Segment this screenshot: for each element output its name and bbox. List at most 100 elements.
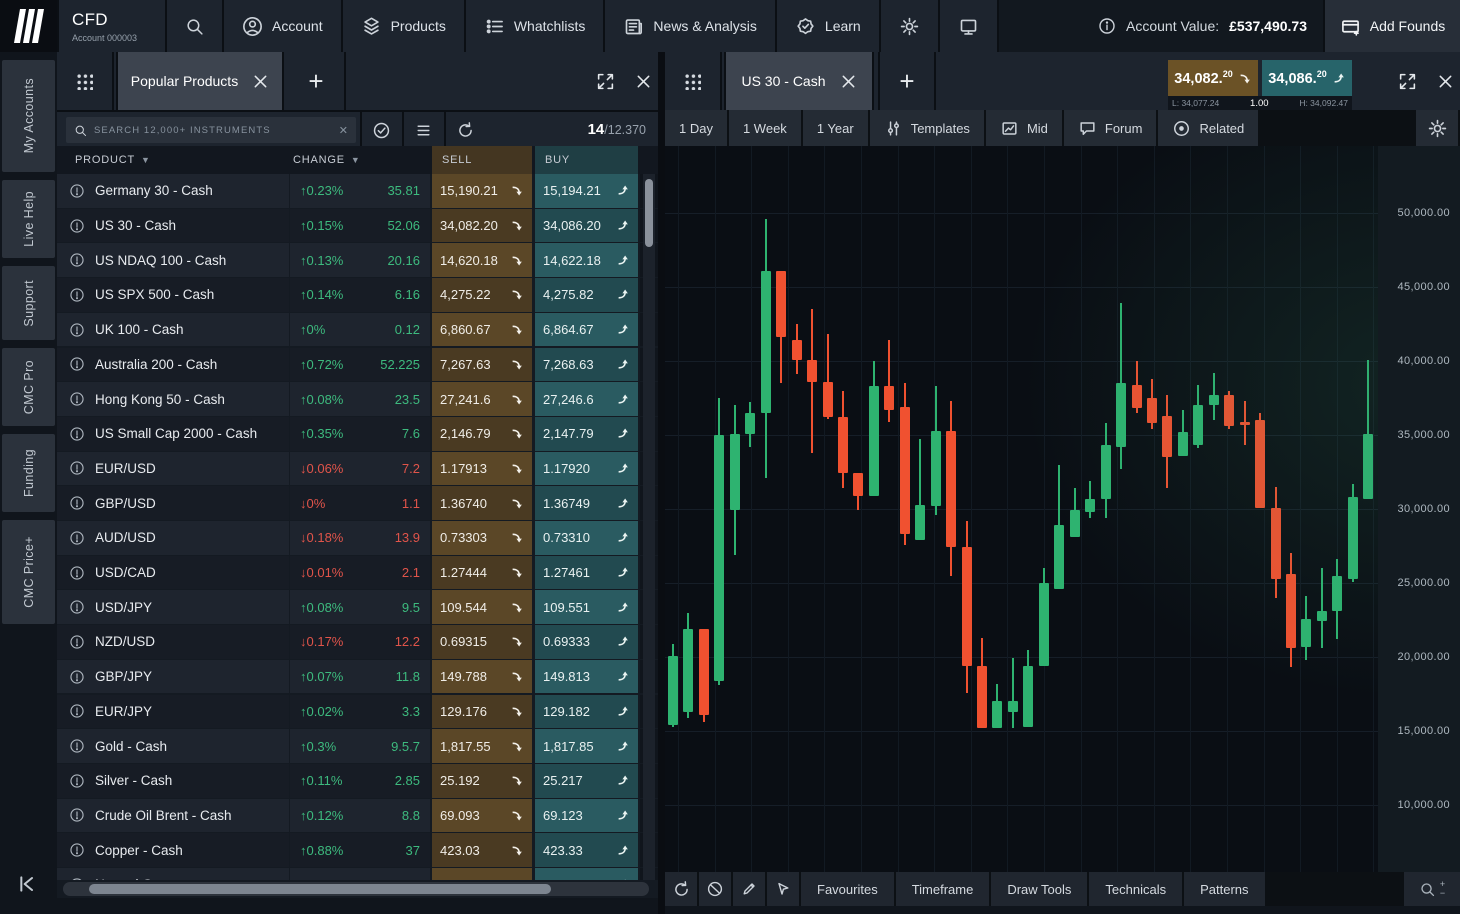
zoom-plus-minus[interactable]: +−: [1440, 880, 1445, 898]
column-sell[interactable]: SELL: [432, 146, 532, 174]
sell-price-button[interactable]: 27,241.6: [432, 382, 532, 416]
sell-price-button[interactable]: 4,275.22: [432, 278, 532, 312]
list-view-button[interactable]: [402, 112, 442, 148]
chart-tool-mid[interactable]: Mid: [986, 110, 1064, 146]
filter-check-button[interactable]: [360, 112, 400, 148]
sell-price-button[interactable]: 1,817.55: [432, 729, 532, 763]
watchlist-row-natural-gas[interactable]: Natural Gas↓ 0.69%0.050.7020.703: [57, 868, 658, 880]
nav-item-products[interactable]: Products: [343, 0, 464, 52]
chart-zoom-button[interactable]: +−: [1404, 872, 1460, 906]
buy-price-button[interactable]: 129.182: [535, 695, 638, 729]
tab-close-icon[interactable]: [252, 73, 269, 90]
chart-tool-forum[interactable]: Forum: [1064, 110, 1159, 146]
sidebar-item-cmc-price-[interactable]: CMC Price+: [2, 520, 55, 624]
sell-price-button[interactable]: 149.788: [432, 660, 532, 694]
nav-item-search[interactable]: [167, 0, 222, 52]
watchlist-row-germany-30-cash[interactable]: Germany 30 - Cash↑ 0.23%35.8115,190.2115…: [57, 174, 658, 208]
nav-item-monitor[interactable]: [940, 0, 997, 52]
nav-item-news-analysis[interactable]: News & Analysis: [605, 0, 774, 52]
buy-price-button[interactable]: 1.27461: [535, 556, 638, 590]
tab-close-icon[interactable]: [840, 73, 857, 90]
sell-price-button[interactable]: 34,082.20: [1168, 60, 1258, 96]
vertical-scrollbar-track[interactable]: [643, 174, 655, 880]
pencil-button[interactable]: [733, 872, 767, 906]
buy-price-button[interactable]: 27,246.6: [535, 382, 638, 416]
sell-price-button[interactable]: 14,620.18: [432, 243, 532, 277]
watchlist-row-gbp-jpy[interactable]: GBP/JPY↑ 0.07%11.8149.788149.813: [57, 660, 658, 694]
clear-search-icon[interactable]: ✕: [339, 124, 348, 137]
buy-price-button[interactable]: 109.551: [535, 590, 638, 624]
cursor-button[interactable]: [767, 872, 801, 906]
watchlist-row-uk-100-cash[interactable]: UK 100 - Cash↑ 0%0.126,860.676,864.67: [57, 313, 658, 347]
watchlist-row-aud-usd[interactable]: AUD/USD↓ 0.18%13.90.733030.73310: [57, 521, 658, 555]
buy-price-button[interactable]: 0.703: [535, 868, 638, 880]
buy-price-button[interactable]: 7,268.63: [535, 348, 638, 382]
buy-price-button[interactable]: 2,147.79: [535, 417, 638, 451]
sell-price-button[interactable]: 129.176: [432, 695, 532, 729]
watchlist-row-gold-cash[interactable]: Gold - Cash↑ 0.3%9.5.71,817.551,817.85: [57, 729, 658, 763]
chart-menu-draw-tools[interactable]: Draw Tools: [991, 872, 1089, 906]
sell-price-button[interactable]: 6,860.67: [432, 313, 532, 347]
module-grid-button[interactable]: [665, 52, 722, 110]
buy-price-button[interactable]: 34,086.20: [1262, 60, 1352, 96]
sidebar-item-live-help[interactable]: Live Help: [2, 180, 55, 258]
buy-price-button[interactable]: 25.217: [535, 764, 638, 798]
nav-item-whatchlists[interactable]: Whatchlists: [466, 0, 604, 52]
column-change[interactable]: CHANGE▼: [293, 146, 361, 174]
sell-price-button[interactable]: 109.544: [432, 590, 532, 624]
sell-price-button[interactable]: 1.36740: [432, 486, 532, 520]
close-panel-button[interactable]: [635, 73, 652, 90]
chart-tool-related[interactable]: Related: [1158, 110, 1260, 146]
panel-divider[interactable]: [658, 52, 665, 914]
nav-item-account[interactable]: Account: [224, 0, 341, 52]
ban-button[interactable]: [699, 872, 733, 906]
sell-price-button[interactable]: 2,146.79: [432, 417, 532, 451]
refresh-button[interactable]: [444, 112, 484, 148]
watchlist-row-nzd-usd[interactable]: NZD/USD↓ 0.17%12.20.693150.69333: [57, 625, 658, 659]
watchlist-row-usd-jpy[interactable]: USD/JPY↑ 0.08%9.5109.544109.551: [57, 590, 658, 624]
module-grid-button[interactable]: [57, 52, 114, 110]
watchlist-row-us-ndaq-100-cash[interactable]: US NDAQ 100 - Cash↑ 0.13%20.1614,620.181…: [57, 243, 658, 277]
sell-price-button[interactable]: 0.73303: [432, 521, 532, 555]
expand-panel-button[interactable]: [596, 72, 615, 91]
sidebar-item-cmc-pro[interactable]: CMC Pro: [2, 348, 55, 426]
tab-us30-cash[interactable]: US 30 - Cash: [724, 52, 874, 110]
sell-price-button[interactable]: 0.702: [432, 868, 532, 880]
nav-item-learn[interactable]: Learn: [777, 0, 879, 52]
chart-menu-timeframe[interactable]: Timeframe: [896, 872, 992, 906]
sell-price-button[interactable]: 34,082.20: [432, 209, 532, 243]
sell-price-button[interactable]: 15,190.21: [432, 174, 532, 208]
watchlist-row-australia-200-cash[interactable]: Australia 200 - Cash↑ 0.72%52.2257,267.6…: [57, 348, 658, 382]
close-panel-button[interactable]: [1437, 73, 1454, 90]
watchlist-row-eur-usd[interactable]: EUR/USD↓ 0.06%7.21.179131.17920: [57, 452, 658, 486]
buy-price-button[interactable]: 34,086.20: [535, 209, 638, 243]
buy-price-button[interactable]: 69.123: [535, 799, 638, 833]
chart-menu-patterns[interactable]: Patterns: [1184, 872, 1266, 906]
add-tab-button[interactable]: +: [878, 52, 936, 110]
buy-price-button[interactable]: 0.69333: [535, 625, 638, 659]
tab-popular-products[interactable]: Popular Products: [116, 52, 284, 110]
expand-panel-button[interactable]: [1398, 72, 1417, 91]
buy-price-button[interactable]: 1.36749: [535, 486, 638, 520]
sell-price-button[interactable]: 1.27444: [432, 556, 532, 590]
sell-price-button[interactable]: 0.69315: [432, 625, 532, 659]
horizontal-scrollbar-track[interactable]: [63, 882, 649, 896]
buy-price-button[interactable]: 1.17920: [535, 452, 638, 486]
refresh-button[interactable]: [665, 872, 699, 906]
column-buy[interactable]: BUY: [535, 146, 638, 174]
sell-price-button[interactable]: 423.03: [432, 833, 532, 867]
chart-plot-area[interactable]: [665, 146, 1378, 872]
watchlist-row-silver-cash[interactable]: Silver - Cash↑ 0.11%2.8525.19225.217: [57, 764, 658, 798]
chart-menu-favourites[interactable]: Favourites: [801, 872, 896, 906]
range-tab-1-day[interactable]: 1 Day: [665, 110, 729, 146]
column-product[interactable]: PRODUCT▼: [75, 146, 151, 174]
buy-price-button[interactable]: 0.73310: [535, 521, 638, 555]
buy-price-button[interactable]: 15,194.21: [535, 174, 638, 208]
buy-price-button[interactable]: 4,275.82: [535, 278, 638, 312]
range-tab-1-week[interactable]: 1 Week: [729, 110, 803, 146]
search-input[interactable]: SEARCH 12,000+ INSTRUMENTS ✕: [66, 117, 356, 143]
watchlist-row-us-30-cash[interactable]: US 30 - Cash↑ 0.15%52.0634,082.2034,086.…: [57, 209, 658, 243]
nav-item-gear[interactable]: [881, 0, 938, 52]
price-axis[interactable]: 50,000.0045,000.0040,000.0035,000.0030,0…: [1378, 146, 1460, 872]
sidebar-collapse-button[interactable]: [14, 872, 38, 896]
